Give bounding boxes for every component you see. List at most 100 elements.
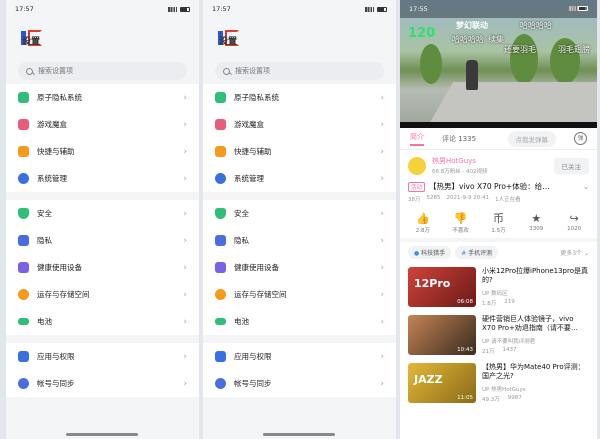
settings-item-account[interactable]: 帐号与同步 ›	[203, 370, 396, 397]
settings-item-privacy[interactable]: 隐私 ›	[203, 227, 396, 254]
tag-chip[interactable]: # 手机评测	[455, 246, 499, 259]
danmaku-text: 哈哈哈哈	[520, 21, 552, 30]
video-app-screen: 17:55 120 梦幻联动 哈哈哈哈 哈哈哈哈 续集 还要羽毛 羽毛翅膀 简介…	[400, 0, 597, 439]
settings-item-game-box[interactable]: 游戏魔盒 ›	[203, 111, 396, 138]
avatar[interactable]	[408, 156, 426, 175]
page-title-area: 设置	[6, 18, 199, 58]
settings-item-apps[interactable]: 应用与权限 ›	[203, 343, 396, 370]
share-button[interactable]: ↪ 1020	[559, 212, 589, 234]
gesture-bar[interactable]	[66, 433, 138, 436]
page-title-area: 设置	[203, 18, 396, 58]
settings-item-game-box[interactable]: 游戏魔盒 ›	[6, 111, 199, 138]
tag-chip[interactable]: ● 科技猎手	[408, 246, 452, 259]
search-icon	[223, 67, 230, 75]
search-bar[interactable]	[18, 62, 187, 80]
tab-comments[interactable]: 评论 1335	[442, 134, 476, 144]
chevron-right-icon: ›	[183, 119, 187, 130]
search-input[interactable]	[38, 67, 178, 75]
follow-button[interactable]: 已关注	[553, 157, 589, 174]
uploader-name[interactable]: 热男HotGuys	[432, 156, 488, 166]
thumb-down-icon: 👎	[453, 212, 468, 225]
settings-item-battery[interactable]: 电池 ›	[203, 308, 396, 335]
recommendation-title: 硬件营销巨人体验镜子，vivo X70 Pro+劝退指南（请不要…	[482, 315, 578, 332]
publish-date: 2021-9-9 20:41	[446, 195, 490, 201]
danmaku-text: 还要羽毛	[504, 45, 536, 54]
shield-check-icon	[215, 208, 226, 219]
settings-item-account[interactable]: 帐号与同步 ›	[6, 370, 199, 397]
settings-item-system[interactable]: 系统管理 ›	[203, 165, 396, 192]
battery-status-icon	[377, 6, 387, 12]
settings-item-apps[interactable]: 应用与权限 ›	[6, 343, 199, 370]
gesture-bar[interactable]	[263, 433, 335, 436]
views-count: 38万	[408, 197, 421, 203]
settings-item-storage[interactable]: 运存与存储空间 ›	[6, 281, 199, 308]
signal-icon	[168, 6, 177, 12]
settings-item-privacy-system[interactable]: 原子隐私系统 ›	[6, 84, 199, 111]
chevron-right-icon: ›	[183, 262, 187, 273]
recommendation-uploader: UP 热男HotGuys	[482, 387, 526, 393]
settings-item-system[interactable]: 系统管理 ›	[6, 165, 199, 192]
search-bar[interactable]	[215, 62, 384, 80]
chevron-right-icon: ›	[380, 262, 384, 273]
settings-item-privacy-system[interactable]: 原子隐私系统 ›	[203, 84, 396, 111]
settings-screen-left: 17:57 设置 原子隐私系统› 游戏魔盒› 快捷与辅助› 系统管理› 安全› …	[6, 0, 199, 439]
chevron-right-icon: ›	[380, 351, 384, 362]
danmaku-toggle-button[interactable]: 弹	[574, 132, 587, 145]
more-tags-button[interactable]: 更多3个 ⌄	[560, 248, 589, 257]
page-title: 设置	[219, 37, 238, 47]
uploader-stats: 66.8万粉丝 · 402视频	[432, 169, 488, 175]
share-icon: ↪	[569, 212, 579, 225]
settings-item-security[interactable]: 安全 ›	[203, 200, 396, 227]
video-thumbnail[interactable]: 10:43	[408, 315, 476, 355]
favorite-button[interactable]: ★ 3309	[521, 212, 551, 234]
scene-tree	[510, 34, 538, 84]
signal-icon	[569, 6, 578, 11]
video-thumbnail[interactable]: 12Pro 06:08	[408, 267, 476, 307]
chevron-right-icon: ›	[380, 208, 384, 219]
settings-item-health[interactable]: 健康使用设备 ›	[6, 254, 199, 281]
coin-icon: 币	[492, 212, 504, 225]
lock-icon	[215, 235, 226, 246]
shield-green-icon	[18, 92, 29, 103]
video-thumbnail[interactable]: JAZZ 11:05	[408, 363, 476, 403]
expand-chevron-icon[interactable]: ⌄	[583, 183, 589, 191]
shield-green-icon	[215, 92, 226, 103]
like-button[interactable]: 👍 2.8万	[408, 212, 438, 234]
settings-item-battery[interactable]: 电池 ›	[6, 308, 199, 335]
apps-icon	[215, 351, 226, 362]
search-input[interactable]	[235, 67, 375, 75]
star-icon: ★	[531, 212, 542, 225]
person-icon	[215, 378, 226, 389]
dislike-button[interactable]: 👎 不喜欢	[446, 212, 476, 234]
recommendation-title: 【热男】华为Mate40 Pro评测：国产之光?	[482, 363, 585, 380]
settings-item-health[interactable]: 健康使用设备 ›	[203, 254, 396, 281]
video-player[interactable]: 17:55 120 梦幻联动 哈哈哈哈 哈哈哈哈 续集 还要羽毛 羽毛翅膀	[400, 0, 597, 128]
settings-item-shortcuts[interactable]: 快捷与辅助 ›	[203, 138, 396, 165]
tab-intro[interactable]: 简介	[410, 132, 424, 146]
settings-group-2: 安全 › 隐私 › 健康使用设备 › 运存与存储空间 › 电池 ›	[6, 200, 199, 335]
chevron-right-icon: ›	[183, 173, 187, 184]
status-bar: 17:57	[203, 0, 396, 18]
video-title-row: 活动 【热男】vivo X70 Pro+体验：给… ⌄	[400, 177, 597, 192]
recommendation-item[interactable]: 10:43 硬件营销巨人体验镜子，vivo X70 Pro+劝退指南（请不要… …	[400, 311, 597, 359]
scene-cyclist	[466, 60, 478, 90]
recommendation-item[interactable]: JAZZ 11:05 【热男】华为Mate40 Pro评测：国产之光? UP 热…	[400, 359, 597, 407]
chevron-right-icon: ›	[183, 235, 187, 246]
settings-item-security[interactable]: 安全 ›	[6, 200, 199, 227]
settings-item-privacy[interactable]: 隐私 ›	[6, 227, 199, 254]
recommendation-item[interactable]: 12Pro 06:08 小米12Pro拉爆iPhone13pro是真的? UP …	[400, 263, 597, 311]
hourglass-icon	[215, 262, 226, 273]
video-meta: 38万 5285 2021-9-9 20:41 1人正在看	[400, 192, 597, 206]
settings-item-shortcuts[interactable]: 快捷与辅助 ›	[6, 138, 199, 165]
battery-status-icon	[578, 6, 588, 11]
status-time: 17:57	[15, 5, 34, 13]
danmaku-input[interactable]: 点我发弹幕	[507, 130, 556, 147]
chevron-right-icon: ›	[380, 316, 384, 327]
video-tabs: 简介 评论 1335 点我发弹幕 弹	[400, 128, 597, 150]
settings-group-1: 原子隐私系统 › 游戏魔盒 › 快捷与辅助 › 系统管理 ›	[203, 84, 396, 192]
coin-button[interactable]: 币 1.5万	[483, 212, 513, 234]
page-title: 设置	[22, 37, 41, 47]
settings-item-storage[interactable]: 运存与存储空间 ›	[203, 281, 396, 308]
video-progress-bar[interactable]	[400, 122, 597, 128]
game-box-icon	[18, 119, 29, 130]
